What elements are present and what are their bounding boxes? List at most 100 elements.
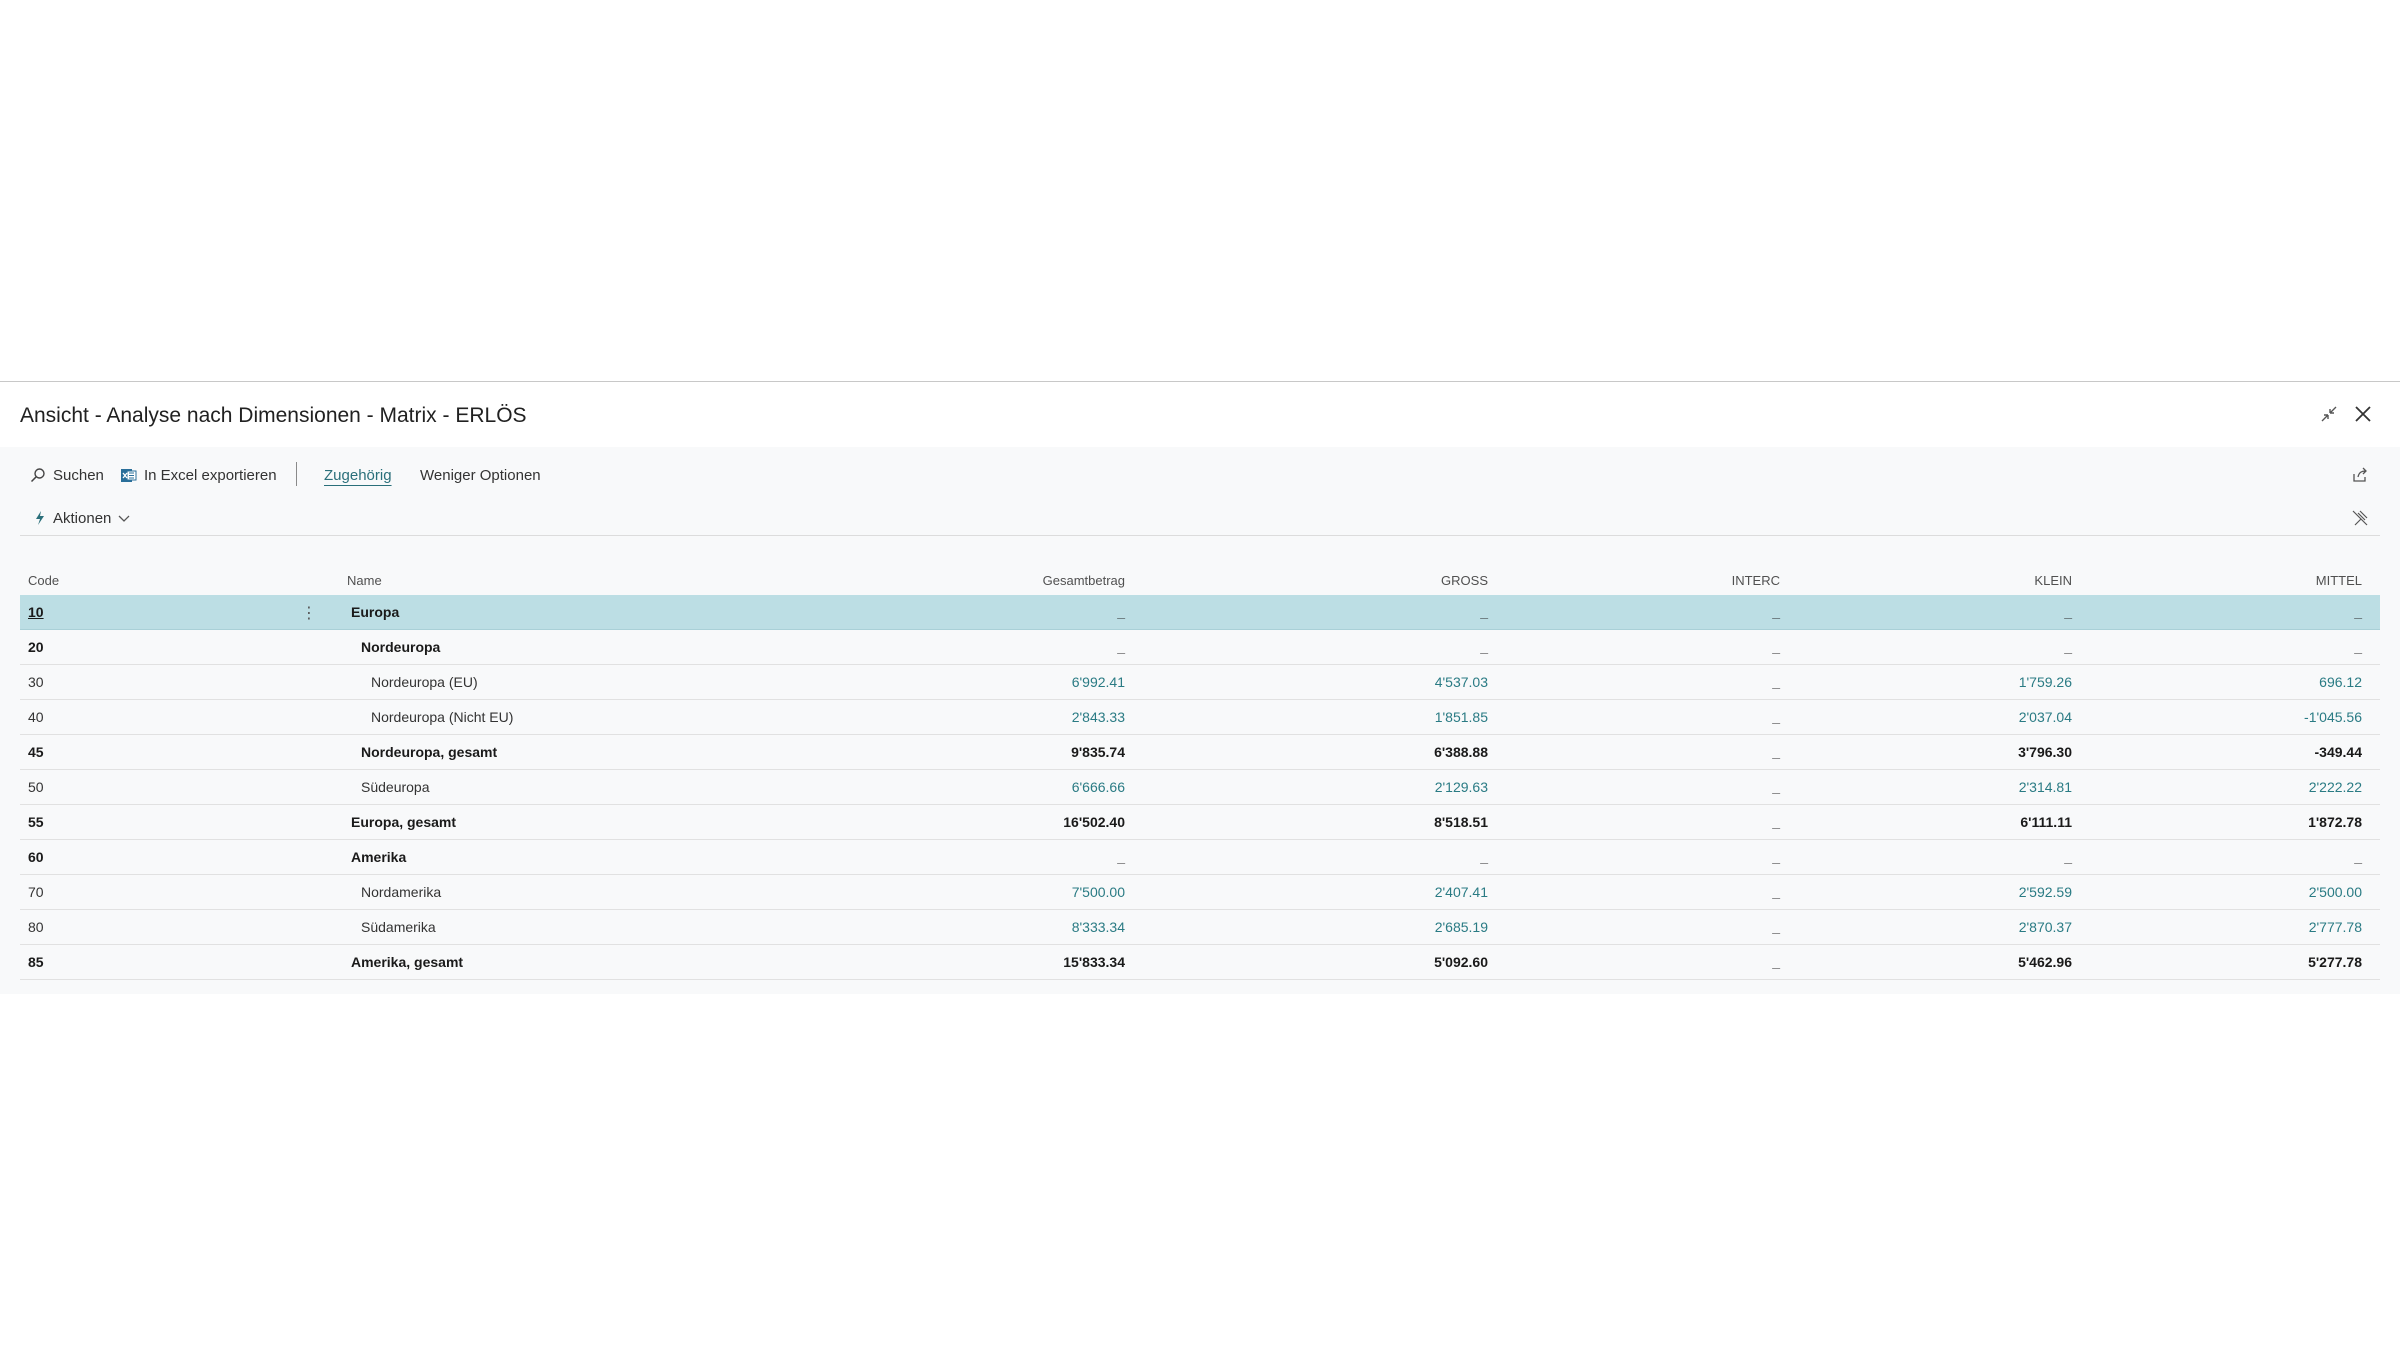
col-header-total[interactable]: Gesamtbetrag [925,573,1125,588]
table-row[interactable]: 55 Europa, gesamt 16'502.40 8'518.51 _ 6'111.… [20,805,2380,840]
cell-code[interactable]: 20 [28,639,44,655]
cell-interc: _ [1772,954,1780,970]
search-button[interactable]: Suchen [30,458,104,492]
table-row[interactable]: 50 Südeuropa 6'666.66 2'129.63 _ 2'314.81 2'22… [20,770,2380,805]
cell-klein: 3'796.30 [2018,744,2072,760]
cell-name: Europa [351,604,400,620]
table-row[interactable]: 45 Nordeuropa, gesamt 9'835.74 6'388.88 _ 3'7… [20,735,2380,770]
fewer-options-button[interactable]: Weniger Optionen [420,458,541,492]
cell-gross[interactable]: 2'407.41 [1288,884,1488,900]
cell-code[interactable]: 60 [28,849,44,865]
lightning-icon [36,511,44,525]
export-excel-label: In Excel exportieren [144,466,277,484]
cell-gross: 8'518.51 [1434,814,1488,830]
table-body: 10 ⋮ Europa _ _ _ _ _ 20 Nordeuropa _ _ _ _ _ 30 Nordeur… [20,595,2380,980]
col-header-name[interactable]: Name [347,573,382,588]
collapse-icon[interactable] [2316,401,2342,427]
cell-code[interactable]: 85 [28,954,44,970]
cell-code[interactable]: 70 [28,884,44,900]
cell-mittel[interactable]: -1'045.56 [2162,709,2362,725]
dialog-title: Ansicht - Analyse nach Dimensionen - Mat… [20,404,527,427]
table-row[interactable]: 60 Amerika _ _ _ _ _ [20,840,2380,875]
table-row[interactable]: 70 Nordamerika 7'500.00 2'407.41 _ 2'592.59 2'… [20,875,2380,910]
cell-total[interactable]: 6'666.66 [925,779,1125,795]
cell-gross: _ [1480,639,1488,655]
col-header-gross[interactable]: GROSS [1288,573,1488,588]
cell-code[interactable]: 45 [28,744,44,760]
col-header-interc[interactable]: INTERC [1580,573,1780,588]
action-toolbar: Suchen In Excel exportieren Zugehörig We… [20,458,2380,492]
cell-gross: 5'092.60 [1434,954,1488,970]
cell-code[interactable]: 40 [28,709,44,725]
actions-label: Aktionen [53,509,112,527]
cell-klein[interactable]: 2'592.59 [1872,884,2072,900]
cell-klein[interactable]: 2'870.37 [1872,919,2072,935]
cell-interc: _ [1772,674,1780,690]
cell-name: Nordeuropa (Nicht EU) [371,709,514,725]
dialog-titlebar: Ansicht - Analyse nach Dimensionen - Mat… [0,383,2400,447]
cell-name: Nordeuropa [361,639,441,655]
cell-code[interactable]: 55 [28,814,44,830]
cell-mittel[interactable]: 2'500.00 [2162,884,2362,900]
cell-gross[interactable]: 2'129.63 [1288,779,1488,795]
actions-menu-button[interactable]: Aktionen [34,501,130,535]
cell-klein: _ [2064,604,2072,620]
cell-mittel[interactable]: 696.12 [2162,674,2362,690]
background-area [0,0,2400,382]
analysis-matrix-dialog: Ansicht - Analyse nach Dimensionen - Mat… [0,383,2400,994]
cell-code[interactable]: 50 [28,779,44,795]
cell-klein[interactable]: 2'037.04 [1872,709,2072,725]
export-excel-button[interactable]: In Excel exportieren [120,458,277,492]
table-row[interactable]: 40 Nordeuropa (Nicht EU) 2'843.33 1'851.85 _… [20,700,2380,735]
cell-mittel: -349.44 [2314,744,2362,760]
actions-row: Aktionen [20,501,2380,535]
cell-gross: 6'388.88 [1434,744,1488,760]
cell-total[interactable]: 6'992.41 [925,674,1125,690]
cell-klein: 6'111.11 [2020,814,2072,830]
cell-total: _ [1117,604,1125,620]
table-header: Code Name Gesamtbetrag GROSS INTERC KLEI… [20,561,2380,595]
table-row[interactable]: 85 Amerika, gesamt 15'833.34 5'092.60 _ 5'462… [20,945,2380,980]
table-row[interactable]: 30 Nordeuropa (EU) 6'992.41 4'537.03 _ 1'759.… [20,665,2380,700]
cell-code[interactable]: 30 [28,674,44,690]
cell-mittel[interactable]: 2'777.78 [2162,919,2362,935]
cell-total[interactable]: 7'500.00 [925,884,1125,900]
cell-gross[interactable]: 2'685.19 [1288,919,1488,935]
table-row[interactable]: 10 ⋮ Europa _ _ _ _ _ [20,595,2380,630]
cell-mittel: _ [2354,849,2362,865]
unpin-icon[interactable] [2351,501,2369,535]
toolbar-underline [20,535,2380,536]
cell-mittel[interactable]: 2'222.22 [2162,779,2362,795]
col-header-code[interactable]: Code [28,573,59,588]
col-header-mittel[interactable]: MITTEL [2162,573,2362,588]
cell-total: 15'833.34 [1063,954,1125,970]
cell-interc: _ [1772,779,1780,795]
cell-gross: _ [1480,849,1488,865]
col-header-klein[interactable]: KLEIN [1872,573,2072,588]
cell-code[interactable]: 80 [28,919,44,935]
matrix-table: Code Name Gesamtbetrag GROSS INTERC KLEI… [20,561,2380,980]
close-icon[interactable] [2350,401,2376,427]
cell-interc: _ [1772,604,1780,620]
cell-klein: _ [2064,849,2072,865]
tab-related[interactable]: Zugehörig [324,458,392,492]
cell-klein[interactable]: 1'759.26 [1872,674,2072,690]
cell-total: 16'502.40 [1063,814,1125,830]
table-row[interactable]: 20 Nordeuropa _ _ _ _ _ [20,630,2380,665]
cell-klein[interactable]: 2'314.81 [1872,779,2072,795]
table-row[interactable]: 80 Südamerika 8'333.34 2'685.19 _ 2'870.37 2'7… [20,910,2380,945]
cell-gross[interactable]: 1'851.85 [1288,709,1488,725]
cell-name: Nordeuropa, gesamt [361,744,498,760]
cell-code[interactable]: 10 [28,604,44,620]
cell-mittel: _ [2354,639,2362,655]
cell-interc: _ [1772,849,1780,865]
cell-total[interactable]: 8'333.34 [925,919,1125,935]
row-menu-icon[interactable]: ⋮ [301,603,317,623]
share-icon[interactable] [2351,458,2369,492]
cell-name: Nordeuropa (EU) [371,674,478,690]
cell-total[interactable]: 2'843.33 [925,709,1125,725]
excel-icon [121,468,137,482]
cell-name: Amerika, gesamt [351,954,464,970]
cell-gross[interactable]: 4'537.03 [1288,674,1488,690]
toolbar-divider [296,462,297,486]
